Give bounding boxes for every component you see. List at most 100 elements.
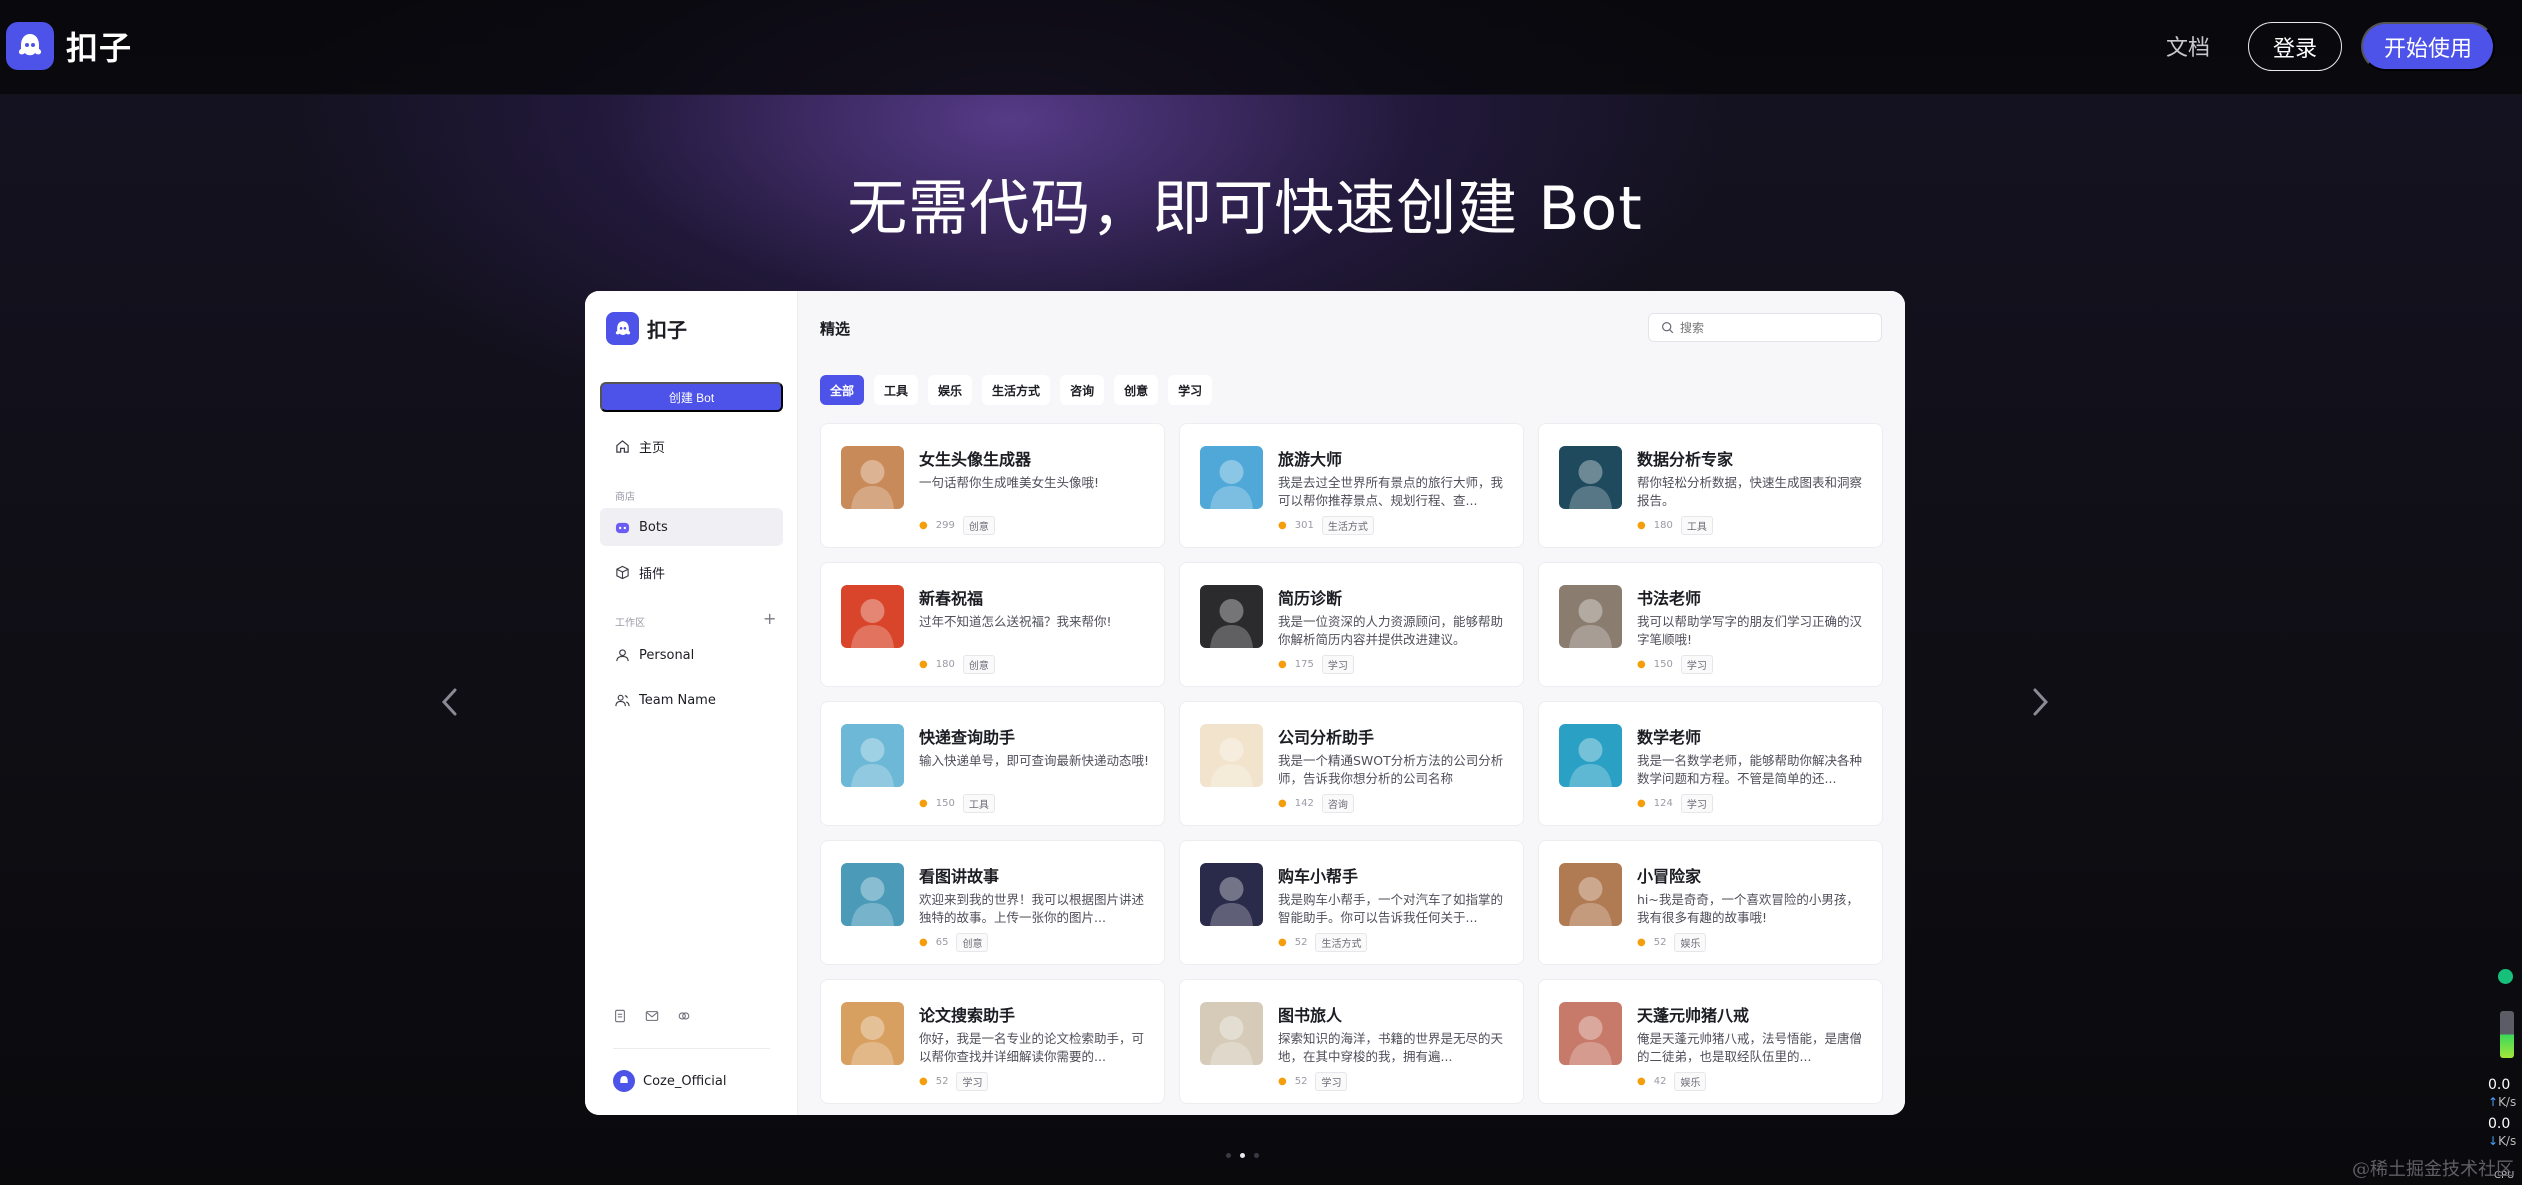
tab-category[interactable]: 咨询 [1060, 375, 1105, 405]
bot-card[interactable]: 天蓬元帅猪八戒 俺是天蓬元帅猪八戒，法号悟能，是唐僧的二徒弟，也是取经队伍里的..… [1538, 979, 1883, 1104]
tab-category[interactable]: 学习 [1168, 375, 1213, 405]
bot-category-tag: 学习 [956, 1072, 989, 1091]
bot-usage-count: 301 [1294, 520, 1314, 531]
bot-title: 快递查询助手 [919, 728, 1016, 747]
preview-sidebar: 扣子 创建 Bot 主页 商店 Bots 插件 工作区 + Personal T… [585, 291, 798, 1115]
bot-card[interactable]: 快递查询助手 输入快递单号，即可查询最新快递动态哦! ● 150 工具 [820, 701, 1165, 826]
bot-thumbnail [1559, 585, 1622, 648]
bot-card[interactable]: 论文搜索助手 你好，我是一名专业的论文检索助手，可以帮你查找并详细解读你需要的..… [820, 979, 1165, 1104]
fire-icon: ● [1637, 1076, 1646, 1087]
tab-category[interactable]: 工具 [874, 375, 919, 405]
bot-category-tag: 咨询 [1321, 794, 1354, 813]
link-icon[interactable] [677, 1009, 691, 1023]
document-icon[interactable] [613, 1009, 627, 1023]
bot-card[interactable]: 小冒险家 hi~我是奇奇，一个喜欢冒险的小男孩，我有很多有趣的故事哦! ● 52 娱乐 [1538, 840, 1883, 965]
sidebar-item-label: Team Name [639, 692, 716, 708]
tab-category[interactable]: 全部 [820, 375, 865, 405]
fire-icon: ● [1278, 1076, 1287, 1087]
top-nav: 扣子 文档 登录 开始使用 [0, 0, 2522, 95]
bot-card[interactable]: 图书旅人 探索知识的海洋，书籍的世界是无尽的天地，在其中穿梭的我，拥有遍... ● 5… [1179, 979, 1524, 1104]
bot-description: 我是去过全世界所有景点的旅行大师，我可以帮你推荐景点、规划行程、查... [1278, 475, 1504, 508]
bot-category-tag: 娱乐 [1674, 1072, 1707, 1091]
bot-title: 小冒险家 [1637, 867, 1702, 886]
bot-usage-count: 142 [1294, 798, 1314, 809]
bot-card[interactable]: 旅游大师 我是去过全世界所有景点的旅行大师，我可以帮你推荐景点、规划行程、查...… [1179, 423, 1524, 548]
bot-card[interactable]: 新春祝福 过年不知道怎么送祝福？我来帮你! ● 180 创意 [820, 562, 1165, 687]
bot-category-tag: 学习 [1315, 1072, 1348, 1091]
bot-thumbnail [1200, 585, 1263, 648]
bot-card[interactable]: 数据分析专家 帮你轻松分析数据，快速生成图表和洞察报告。 ● 180 工具 [1538, 423, 1883, 548]
bot-card[interactable]: 女生头像生成器 一句话帮你生成唯美女生头像哦! ● 299 创意 [820, 423, 1165, 548]
bot-category-tag: 创意 [962, 655, 995, 674]
start-button[interactable]: 开始使用 [2361, 22, 2495, 71]
sidebar-item-bots[interactable]: Bots [600, 508, 783, 546]
bot-thumbnail [1559, 446, 1622, 509]
bot-card[interactable]: 看图讲故事 欢迎来到我的世界！我可以根据图片讲述独特的故事。上传一张你的图片...… [820, 840, 1165, 965]
bot-meta: ● 52 学习 [1278, 1072, 1348, 1091]
upload-unit: ↑K/s [2488, 1095, 2516, 1109]
bot-card[interactable]: 公司分析助手 我是一个精通SWOT分析方法的公司分析师，告诉我你想分析的公司名称 ●… [1179, 701, 1524, 826]
bot-title: 新春祝福 [919, 589, 984, 608]
bot-description: 帮你轻松分析数据，快速生成图表和洞察报告。 [1637, 475, 1863, 508]
bot-title: 看图讲故事 [919, 867, 1000, 886]
tab-category[interactable]: 娱乐 [928, 375, 973, 405]
login-button[interactable]: 登录 [2248, 22, 2342, 71]
download-speed: 0.0 [2488, 1116, 2511, 1132]
fire-icon: ● [919, 937, 928, 948]
bot-meta: ● 52 学习 [919, 1072, 989, 1091]
bot-thumbnail [1559, 724, 1622, 787]
search-input[interactable] [1680, 320, 1860, 335]
bot-meta: ● 42 娱乐 [1637, 1072, 1707, 1091]
bot-meta: ● 124 学习 [1637, 794, 1713, 813]
bot-card[interactable]: 书法老师 我可以帮助学写字的朋友们学习正确的汉字笔顺哦! ● 150 学习 [1538, 562, 1883, 687]
sidebar-item-home[interactable]: 主页 [600, 427, 783, 465]
carousel-next-arrow-icon[interactable] [2020, 682, 2060, 722]
hero-title: 无需代码，即可快速创建 Bot [847, 174, 1643, 244]
preview-main: 精选 全部工具娱乐生活方式咨询创意学习 女生头像生成器一句话帮你生成唯美女生头像… [798, 291, 1905, 1115]
carousel-dot[interactable] [1226, 1153, 1231, 1158]
bot-usage-count: 180 [1653, 520, 1673, 531]
bot-description: 过年不知道怎么送祝福？我来帮你! [919, 614, 1112, 629]
carousel-dot[interactable] [1254, 1153, 1259, 1158]
bot-card[interactable]: 购车小帮手 我是购车小帮手，一个对汽车了如指掌的智能助手。你可以告诉我任何关于..… [1179, 840, 1524, 965]
bot-description: 我是一个精通SWOT分析方法的公司分析师，告诉我你想分析的公司名称 [1278, 753, 1504, 786]
workspace-section-label: 工作区 [615, 618, 645, 629]
search-box[interactable] [1648, 313, 1882, 342]
preview-brand-name: 扣子 [647, 318, 687, 342]
sidebar-item-personal[interactable]: Personal [600, 636, 783, 674]
cpu-bar [2500, 1011, 2514, 1058]
bot-usage-count: 52 [1653, 937, 1667, 948]
tab-category[interactable]: 生活方式 [982, 375, 1051, 405]
docs-link[interactable]: 文档 [2166, 30, 2210, 62]
bot-description: 探索知识的海洋，书籍的世界是无尽的天地，在其中穿梭的我，拥有遍... [1278, 1031, 1504, 1064]
fire-icon: ● [919, 798, 928, 809]
watermark: @稀土掘金技术社区 [2352, 1159, 2514, 1180]
brand[interactable]: 扣子 [6, 22, 132, 70]
team-icon [615, 694, 630, 706]
bot-usage-count: 175 [1294, 659, 1314, 670]
bot-card[interactable]: 数学老师 我是一名数学老师，能够帮助你解决各种数学问题和方程。不管是简单的还...… [1538, 701, 1883, 826]
bot-card[interactable]: 简历诊断 我是一位资深的人力资源顾问，能够帮助你解析简历内容并提供改进建议。 ● 17… [1179, 562, 1524, 687]
fire-icon: ● [919, 520, 928, 531]
bot-description: 一句话帮你生成唯美女生头像哦! [919, 475, 1100, 490]
bot-title: 公司分析助手 [1278, 728, 1375, 747]
fire-icon: ● [1637, 798, 1646, 809]
download-unit-label: K/s [2498, 1134, 2517, 1148]
bot-title: 论文搜索助手 [919, 1006, 1016, 1025]
bot-meta: ● 299 创意 [919, 516, 995, 535]
user-profile[interactable]: Coze_Official [613, 1070, 727, 1092]
carousel-dots [1226, 1153, 1259, 1158]
sidebar-item-plugins[interactable]: 插件 [600, 553, 783, 591]
create-bot-button[interactable]: 创建 Bot [600, 382, 783, 412]
carousel-dot-active[interactable] [1240, 1153, 1245, 1158]
tab-category[interactable]: 创意 [1114, 375, 1159, 405]
preview-brand[interactable]: 扣子 [606, 312, 687, 345]
bot-thumbnail [1559, 863, 1622, 926]
network-speed-widget: 0.0 ↑K/s 0.0 ↓K/s CPU [2470, 955, 2522, 1185]
add-workspace-plus-icon[interactable]: + [763, 609, 776, 628]
mail-icon[interactable] [645, 1009, 659, 1023]
sidebar-item-team[interactable]: Team Name [600, 681, 783, 719]
carousel-prev-arrow-icon[interactable] [430, 682, 470, 722]
bot-thumbnail [1200, 446, 1263, 509]
fire-icon: ● [1637, 520, 1646, 531]
